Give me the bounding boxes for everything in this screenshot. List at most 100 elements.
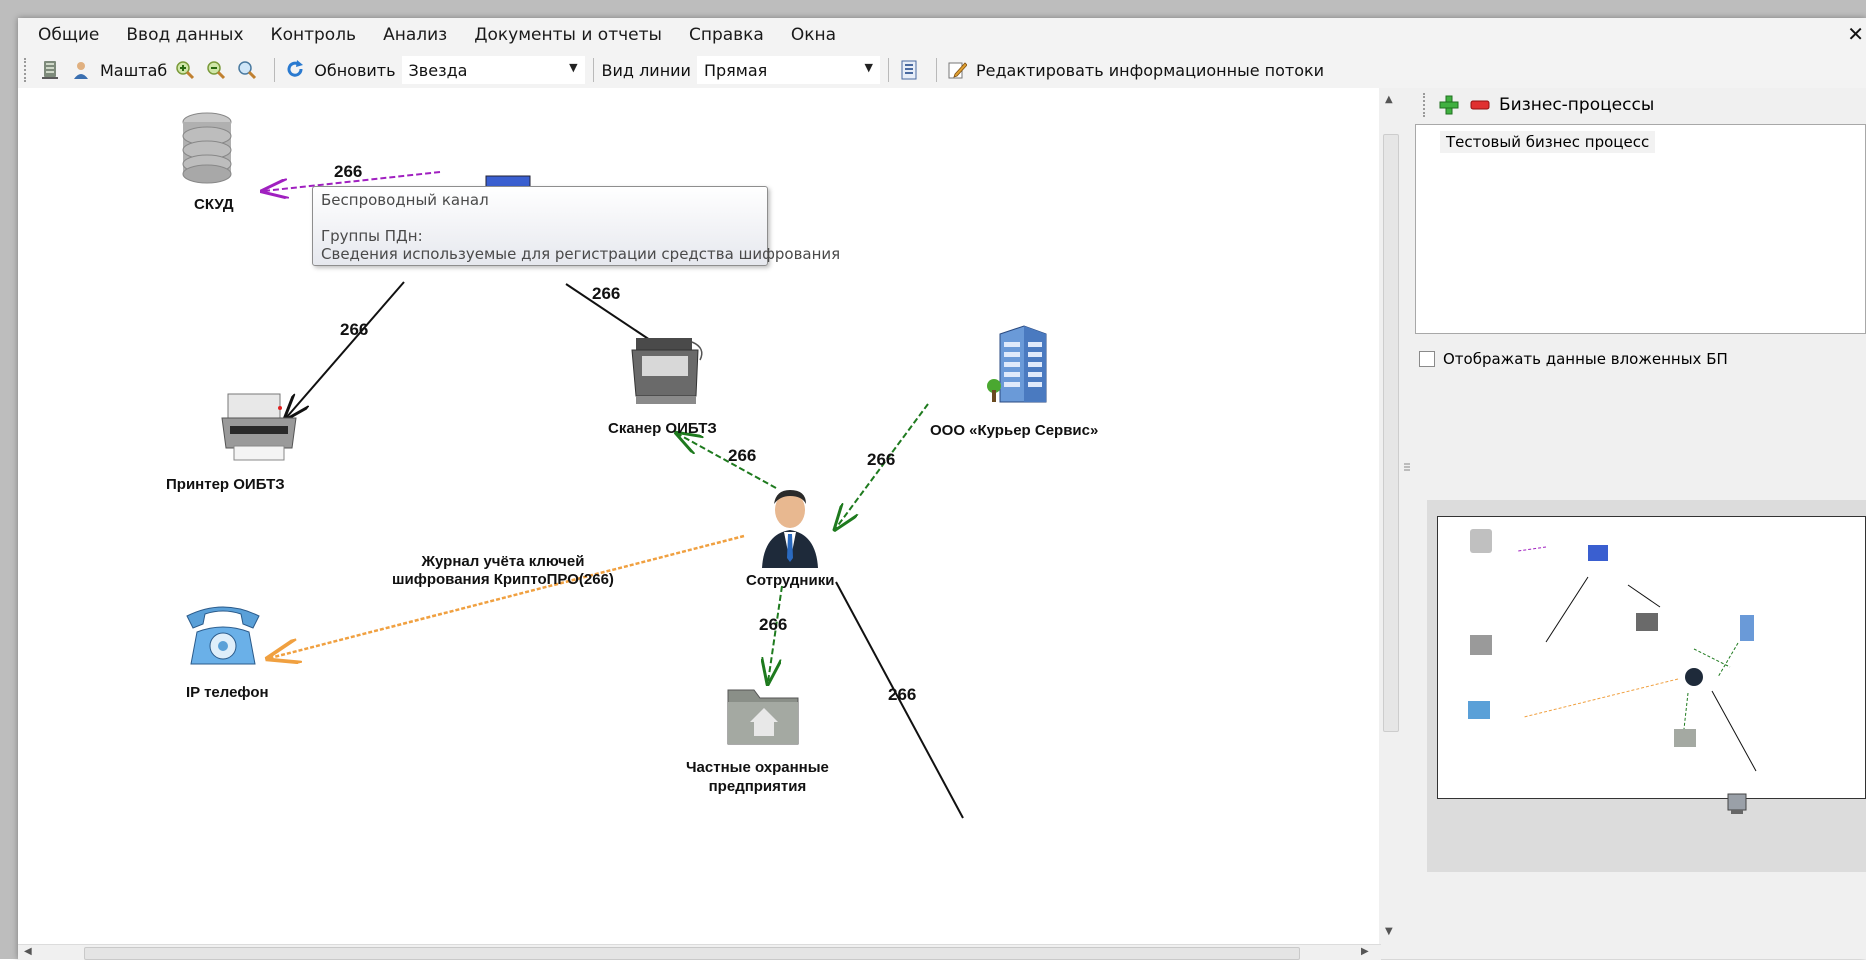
line-type-select[interactable]: Прямая ▼ [696, 56, 880, 84]
layout-select[interactable]: Звезда ▼ [401, 56, 585, 84]
node-employees[interactable] [758, 488, 822, 572]
show-nested-checkbox[interactable] [1419, 351, 1435, 367]
document-icon[interactable] [897, 58, 921, 82]
menu-analysis[interactable]: Анализ [383, 25, 447, 45]
dropdown-arrow-icon[interactable]: ▼ [569, 61, 577, 74]
node-scanner[interactable] [630, 338, 706, 414]
minimap-folder-node [1674, 729, 1696, 747]
minimap-phone-node [1468, 701, 1490, 719]
menu-control[interactable]: Контроль [271, 25, 357, 45]
toolbar-separator [887, 58, 889, 82]
edge-label-skud: 266 [334, 162, 363, 181]
tooltip-groups-label: Группы ПДн: [321, 227, 423, 245]
minimap-edge [1627, 584, 1661, 608]
menu-windows[interactable]: Окна [791, 25, 836, 45]
business-process-panel: Бизнес-процессы Тестовый бизнес процесс … [1413, 88, 1866, 959]
printer-icon [221, 393, 297, 461]
minimap-preview [1468, 529, 1757, 772]
minimap-printer-node [1470, 635, 1492, 655]
scroll-down-icon[interactable]: ▼ [1385, 926, 1393, 937]
edit-icon[interactable] [945, 58, 969, 82]
edge-label-employees-down: 266 [888, 685, 917, 704]
node-security-label-line2: предприятия [708, 778, 807, 795]
scroll-left-icon[interactable]: ◀ [24, 946, 32, 957]
node-ip-phone-label: IP телефон [186, 684, 269, 701]
minimap-database-node [1470, 529, 1492, 553]
dropdown-arrow-icon[interactable]: ▼ [864, 61, 872, 74]
edge-tooltip: Беспроводный канал Группы ПДн: Сведения … [312, 186, 840, 266]
toolbar-separator [935, 58, 937, 82]
scroll-up-icon[interactable]: ▲ [1385, 94, 1393, 105]
tooltip-title: Беспроводный канал [321, 191, 489, 209]
business-process-item[interactable]: Тестовый бизнес процесс [1440, 131, 1656, 153]
node-courier[interactable] [984, 324, 1054, 410]
edge-label-courier: 266 [867, 450, 896, 469]
server-icon[interactable] [38, 58, 62, 82]
panel-splitter[interactable] [1401, 88, 1413, 944]
edge-printer[interactable] [286, 281, 405, 418]
menu-data-input[interactable]: Ввод данных [126, 25, 243, 45]
zoom-fit-icon[interactable] [235, 58, 259, 82]
database-icon [182, 112, 232, 184]
zoom-out-icon[interactable] [204, 58, 228, 82]
splitter-grip-icon [1404, 463, 1410, 471]
line-type-select-value: Прямая [703, 60, 768, 80]
vertical-scroll-thumb[interactable] [1383, 134, 1399, 732]
minimap-building-node [1740, 615, 1754, 641]
edge-label-printer: 266 [340, 320, 369, 339]
horizontal-scroll-thumb[interactable] [84, 947, 1300, 960]
menu-general[interactable]: Общие [38, 25, 99, 45]
node-security-companies-label: Частные охранные предприятия [686, 758, 829, 796]
person-icon [762, 490, 818, 568]
edge-employees-scanner[interactable] [678, 434, 777, 489]
minimap-person-node [1685, 668, 1703, 686]
scanner-icon [631, 338, 703, 404]
node-printer-label: Принтер ОИБТЗ [166, 476, 285, 493]
node-skud[interactable] [180, 112, 234, 192]
scroll-right-icon[interactable]: ▶ [1361, 946, 1369, 957]
minimap-monitor-node [1588, 545, 1608, 561]
minimap[interactable] [1437, 516, 1866, 799]
node-printer[interactable] [218, 388, 300, 470]
business-process-list[interactable]: Тестовый бизнес процесс [1415, 124, 1866, 334]
remove-icon[interactable] [1468, 93, 1492, 117]
edge-label-scanner: 266 [592, 284, 621, 303]
menu-help[interactable]: Справка [689, 25, 764, 45]
node-security-label-line1: Частные охранные [686, 759, 829, 776]
edit-flows-button[interactable]: Редактировать информационные потоки [976, 61, 1324, 80]
canvas-vertical-scrollbar[interactable]: ▲ ▼ [1379, 88, 1401, 944]
building-icon [987, 325, 1047, 403]
toolbar: Маштаб Обновить Звезда ▼ Вид линии Пряма… [18, 52, 1866, 88]
menu-documents-reports[interactable]: Документы и отчеты [474, 25, 662, 45]
zoom-in-icon[interactable] [173, 58, 197, 82]
toolbar-grip[interactable] [24, 58, 30, 82]
refresh-button[interactable]: Обновить [314, 61, 395, 80]
show-nested-row[interactable]: Отображать данные вложенных БП [1419, 350, 1728, 368]
minimap-edge [1711, 690, 1757, 772]
edge-label-journal-line1: Журнал учёта ключей [421, 553, 585, 570]
add-icon[interactable] [1437, 93, 1461, 117]
minimap-edge [1545, 576, 1589, 643]
close-icon[interactable]: ✕ [1847, 22, 1864, 46]
app-window: Общие Ввод данных Контроль Анализ Докуме… [18, 18, 1866, 960]
telephone-icon [186, 606, 260, 665]
minimap-edge [1523, 678, 1679, 718]
node-employees-label: Сотрудники [746, 572, 835, 589]
tooltip-spacer [321, 209, 759, 227]
diagram-canvas[interactable]: СКУД Принтер ОИБТЗ Сканер ОИБТЗ ООО «Кур… [18, 88, 1382, 944]
line-type-label: Вид линии [601, 60, 691, 80]
node-ip-phone[interactable] [183, 602, 263, 674]
minimap-scanner-node [1636, 613, 1658, 631]
toolbar-separator [274, 58, 276, 82]
layout-select-value: Звезда [408, 60, 468, 80]
canvas-horizontal-scrollbar[interactable]: ◀ ▶ [18, 944, 1381, 960]
folder-home-icon [727, 689, 799, 745]
scale-label: Маштаб [100, 60, 168, 80]
user-icon[interactable] [69, 58, 93, 82]
show-nested-label: Отображать данные вложенных БП [1443, 350, 1728, 368]
toolbar-grip[interactable] [1423, 93, 1429, 117]
node-security-companies[interactable] [724, 682, 804, 752]
edge-label-journal-line2: шифрования КриптоПРО(266) [392, 571, 614, 588]
edge-label-journal: Журнал учёта ключей шифрования КриптоПРО… [392, 553, 614, 589]
refresh-icon[interactable] [283, 58, 307, 82]
